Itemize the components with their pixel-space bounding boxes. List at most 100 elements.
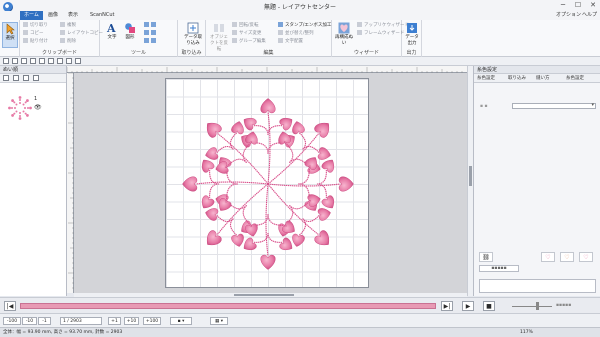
- play-button[interactable]: ▶: [462, 301, 474, 311]
- import-data-button[interactable]: データ取り込み: [183, 22, 203, 48]
- stitch-tool-icon[interactable]: ⛓: [479, 252, 493, 262]
- speed-slider-knob[interactable]: [536, 302, 539, 310]
- horizontal-scroll-thumb[interactable]: [234, 294, 294, 296]
- heart-pink-icon[interactable]: ♡: [579, 252, 593, 262]
- tool-stitch-button[interactable]: [144, 38, 158, 45]
- tool-node-button[interactable]: [144, 30, 158, 37]
- help-menu[interactable]: ヘルプ: [582, 11, 597, 20]
- save-icon[interactable]: [21, 58, 27, 64]
- rewind-button[interactable]: |◀: [4, 301, 16, 311]
- frame-wizard-button[interactable]: フレームウィザード: [357, 30, 404, 37]
- tab-import[interactable]: 取り込み: [508, 74, 526, 83]
- delete-button[interactable]: 削除: [60, 38, 76, 45]
- stitch-counter-field[interactable]: 1 / 2903: [60, 317, 102, 325]
- text-layout-button[interactable]: 文字配置: [278, 38, 303, 45]
- step-mode-dropdown[interactable]: ▪ ▾: [170, 317, 192, 325]
- resize-button[interactable]: サイズ変更: [232, 30, 261, 37]
- grid-icon[interactable]: [66, 58, 72, 64]
- options-menu[interactable]: オプション: [556, 11, 581, 20]
- heart-stamp-icon[interactable]: ♡: [541, 252, 555, 262]
- branch-stem: [229, 218, 238, 236]
- view-mode-dropdown[interactable]: ▦ ▾: [210, 317, 228, 325]
- cut-button[interactable]: 切り取り: [23, 22, 48, 29]
- heart-flower-embroidery-design[interactable]: [166, 79, 370, 289]
- paste-button[interactable]: 貼り付け: [23, 38, 48, 45]
- step-plus-100-button[interactable]: +100: [143, 317, 161, 325]
- thumbnail-heart: [13, 101, 16, 104]
- apply-button[interactable]: ▪▪▪▪▪: [479, 265, 519, 272]
- import-group: データ取り込み 取り込み: [178, 20, 206, 57]
- thumbnail-heart: [11, 114, 14, 117]
- step-minus-1-button[interactable]: -1: [38, 317, 51, 325]
- horizontal-ruler: [66, 66, 467, 73]
- tab-thread-settings[interactable]: 糸色設定: [566, 74, 584, 83]
- design-canvas[interactable]: [74, 73, 467, 293]
- select-button[interactable]: 選択: [2, 22, 18, 48]
- branch-stem: [267, 232, 283, 243]
- maximize-button[interactable]: ☐: [571, 0, 585, 11]
- data-output-button[interactable]: データ出力: [404, 22, 420, 48]
- close-button[interactable]: ✕: [586, 0, 600, 11]
- heart-outline-icon[interactable]: ♡: [560, 252, 574, 262]
- order-ungroup-icon[interactable]: [33, 75, 39, 81]
- tab-scanncut[interactable]: ScanNCut: [86, 11, 119, 20]
- branch-heart: [317, 208, 331, 221]
- zoom-icon[interactable]: [57, 58, 63, 64]
- tab-thread-color[interactable]: 糸色設定: [477, 74, 495, 83]
- text-icon: A: [106, 22, 116, 34]
- tab-image[interactable]: 画像: [44, 11, 62, 20]
- tools-group-label: ツール: [130, 50, 146, 56]
- tip-heart: [260, 98, 276, 114]
- stamp-emboss-button[interactable]: スタンプ/エンボス加工: [278, 22, 331, 29]
- layout-copy-button[interactable]: レイアウトコピー: [60, 30, 103, 37]
- window-title: 無題 - レイアウトセンター: [264, 4, 336, 11]
- stitch-simulator-bar: |◀ ▶| ▶ ■ ▪▪▪▪▪: [0, 297, 600, 313]
- end-button[interactable]: ▶|: [441, 301, 453, 311]
- shape-tool-button[interactable]: 図形: [122, 22, 138, 48]
- text-tool-button[interactable]: A 文字: [104, 22, 120, 48]
- thumbnail-heart: [19, 115, 21, 117]
- undo-icon[interactable]: [30, 58, 36, 64]
- flip-object-button[interactable]: オブジェクトを反転: [209, 22, 229, 52]
- stitch-progress-track[interactable]: [20, 303, 436, 309]
- clipboard-group: 切り取り コピー 貼り付け 複製 レイアウトコピー 削除 クリップボード: [20, 20, 103, 57]
- duplicate-button[interactable]: 複製: [60, 22, 76, 29]
- order-up-icon[interactable]: [3, 75, 9, 81]
- tab-view[interactable]: 表示: [64, 11, 82, 20]
- step-plus-10-button[interactable]: +10: [124, 317, 139, 325]
- thumbnail-heart: [27, 107, 29, 109]
- minimize-button[interactable]: ─: [556, 0, 570, 11]
- tool-magnify-button[interactable]: [144, 22, 158, 29]
- group-edit-button[interactable]: グループ編集: [232, 38, 266, 45]
- properties-tabs: 糸色設定 取り込み 縫い方 糸色設定: [474, 74, 600, 83]
- thread-color-panel: 糸色設定 糸色設定 取り込み 縫い方 糸色設定 ▪ ▪ ⛓ ♡ ♡ ♡ ▪▪▪▪…: [473, 66, 600, 296]
- open-file-icon[interactable]: [12, 58, 18, 64]
- stop-button[interactable]: ■: [483, 301, 495, 311]
- print-icon[interactable]: [48, 58, 54, 64]
- embroidery-hoop-area[interactable]: [165, 78, 369, 288]
- step-minus-100-button[interactable]: -100: [3, 317, 21, 325]
- layer-thumbnail[interactable]: [8, 96, 32, 120]
- order-group-icon[interactable]: [23, 75, 29, 81]
- hoop-icon[interactable]: [75, 58, 81, 64]
- step-minus-10-button[interactable]: -10: [22, 317, 37, 325]
- copy-button[interactable]: コピー: [23, 30, 44, 37]
- redo-icon[interactable]: [39, 58, 45, 64]
- tab-sew-type[interactable]: 縫い方: [536, 74, 550, 83]
- arrange-align-button[interactable]: 並び替え/整列: [278, 30, 314, 37]
- rotate-flip-button[interactable]: 回転/反転: [232, 22, 259, 29]
- tab-home[interactable]: ホーム: [20, 11, 43, 20]
- thumbnail-heart: [22, 103, 25, 106]
- speed-slider[interactable]: [512, 306, 552, 307]
- output-group-label: 出力: [406, 50, 417, 56]
- order-down-icon[interactable]: [13, 75, 19, 81]
- stitch-order-panel: ぬい順 1 👁: [0, 66, 67, 296]
- clipboard-group-label: クリップボード: [41, 50, 77, 56]
- branch-heart: [278, 131, 291, 145]
- reconstruct-stitch-button[interactable]: 再構成ぬい: [334, 22, 354, 48]
- property-dropdown[interactable]: [512, 102, 596, 109]
- new-file-icon[interactable]: [3, 58, 9, 64]
- step-plus-1-button[interactable]: +1: [108, 317, 121, 325]
- visibility-eye-icon[interactable]: 👁: [34, 104, 42, 111]
- vertical-scroll-thumb[interactable]: [469, 166, 472, 186]
